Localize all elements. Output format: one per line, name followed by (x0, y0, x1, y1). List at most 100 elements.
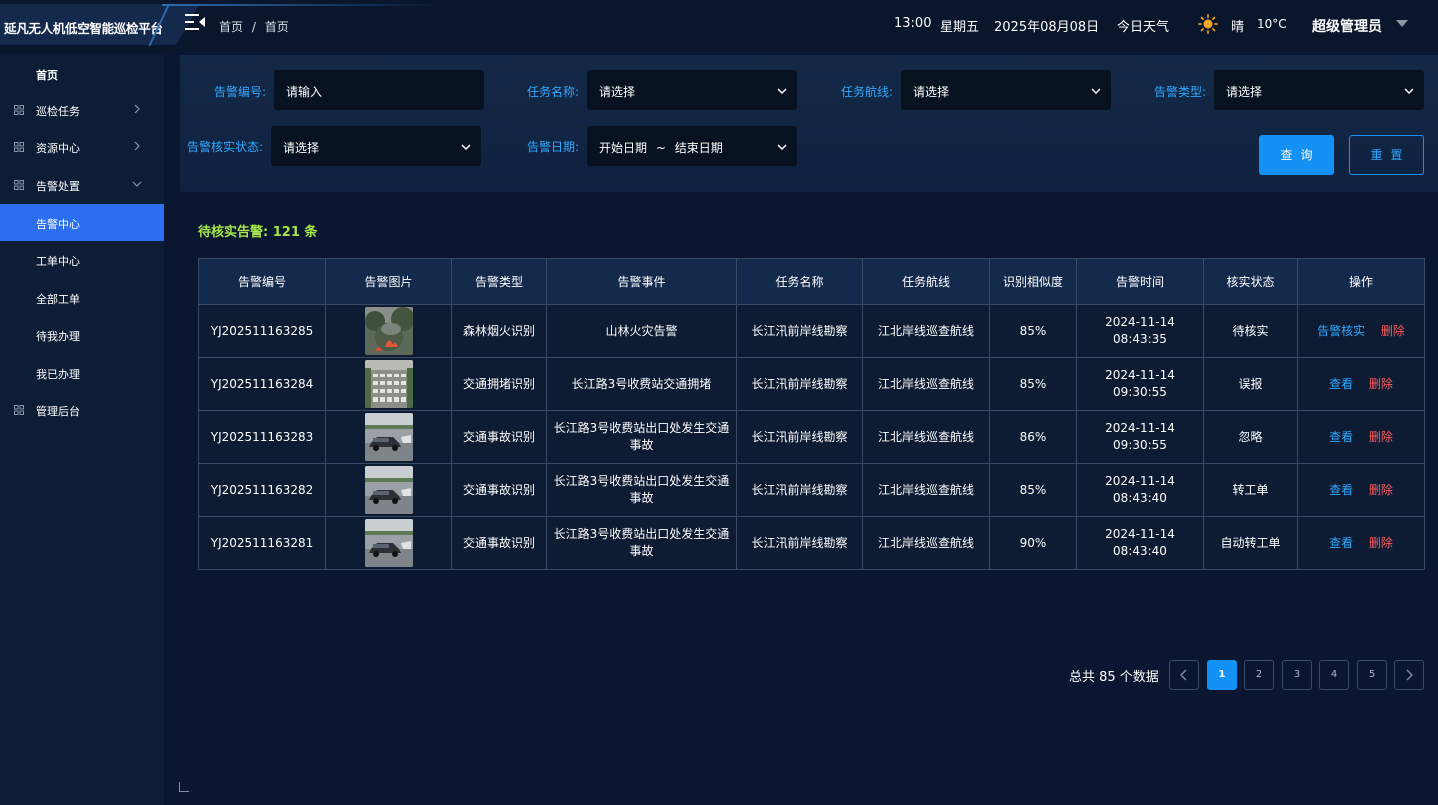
page-button[interactable]: 1 (1207, 660, 1237, 690)
alarm-no-input[interactable]: 请输入 (274, 70, 484, 110)
sidebar-item-label: 告警处置 (36, 180, 80, 193)
view-link[interactable]: 查看 (1329, 483, 1353, 497)
task-route: 江北岸线巡查航线 (862, 357, 990, 411)
alarm-time: 2024-11-14 08:43:40 (1076, 463, 1204, 517)
delete-link[interactable]: 删除 (1369, 483, 1393, 497)
verify-status: 转工单 (1203, 463, 1298, 517)
table-row: YJ202511163282 交通事故识别 长江路3号收费站出口处发生交通事故 … (198, 463, 1425, 517)
reset-button[interactable]: 重置 (1349, 135, 1424, 175)
actions-cell: 查看 删除 (1297, 410, 1425, 464)
task-name-select[interactable]: 请选择 (587, 70, 797, 110)
actions-cell: 查看 删除 (1297, 463, 1425, 517)
alarm-id: YJ202511163284 (198, 357, 326, 411)
alarm-event: 长江路3号收费站出口处发生交通事故 (546, 410, 737, 464)
actions-cell: 查看 删除 (1297, 516, 1425, 570)
chevron-right-icon (1406, 669, 1413, 681)
sidebar-item-my-done[interactable]: 我已办理 (0, 354, 164, 391)
sidebar-item-alarm-handling[interactable]: 告警处置 (0, 166, 164, 203)
page-button[interactable]: 4 (1319, 660, 1349, 690)
alarm-type-select[interactable]: 请选择 (1214, 70, 1424, 110)
sidebar-item-home[interactable]: 首页 (0, 55, 164, 92)
delete-link[interactable]: 删除 (1369, 536, 1393, 550)
alarm-type: 交通事故识别 (451, 463, 547, 517)
alarm-id: YJ202511163283 (198, 410, 326, 464)
alarm-date-range-picker[interactable]: 开始日期 ~ 结束日期 (587, 126, 797, 166)
sidebar-item-all-workorders[interactable]: 全部工单 (0, 279, 164, 316)
sidebar-item-workorder-center[interactable]: 工单中心 (0, 241, 164, 278)
weather-status: 晴 (1231, 20, 1245, 35)
user-name[interactable]: 超级管理员 (1312, 16, 1382, 36)
grid-icon (14, 142, 24, 152)
alarm-image-cell (325, 516, 452, 570)
next-page-button[interactable] (1394, 660, 1424, 690)
column-header: 告警时间 (1076, 258, 1204, 305)
page-button[interactable]: 5 (1357, 660, 1387, 690)
task-route: 江北岸线巡查航线 (862, 410, 990, 464)
pagination-total: 总共 85 个数据 (1069, 670, 1159, 685)
similarity: 86% (989, 410, 1077, 464)
weekday: 星期五 (940, 20, 980, 35)
app-title: 延凡无人机低空智能巡检平台 (4, 21, 163, 36)
traffic-jam-photo[interactable] (364, 360, 413, 408)
view-link[interactable]: 查看 (1329, 536, 1353, 550)
column-header: 任务名称 (736, 258, 863, 305)
verify-status-select[interactable]: 请选择 (271, 126, 481, 166)
column-header: 核实状态 (1203, 258, 1298, 305)
breadcrumb-home-link[interactable]: 首页 (219, 20, 243, 34)
alarm-type: 交通拥堵识别 (451, 357, 547, 411)
chevron-left-icon (1180, 669, 1187, 681)
column-header: 操作 (1297, 258, 1425, 305)
alarm-no-placeholder: 请输入 (286, 85, 323, 99)
top-header: 延凡无人机低空智能巡检平台 首页 / 首页 13:00 星期五 2025年08月… (0, 0, 1438, 52)
sidebar-item-resource-center[interactable]: 资源中心 (0, 128, 164, 165)
menu-collapse-icon[interactable] (185, 13, 207, 31)
pending-count: 121 条 (272, 225, 318, 240)
alarm-time: 2024-11-14 09:30:55 (1076, 357, 1204, 411)
sidebar-item-label: 全部工单 (36, 293, 80, 306)
task-name-label: 任务名称: (527, 85, 580, 99)
prev-page-button[interactable] (1169, 660, 1199, 690)
task-name: 长江汛前岸线勘察 (736, 304, 863, 358)
chevron-down-icon (1404, 85, 1414, 95)
delete-link[interactable]: 删除 (1369, 430, 1393, 444)
view-link[interactable]: 查看 (1329, 377, 1353, 391)
chevron-down-icon (461, 141, 471, 151)
task-route-select[interactable]: 请选择 (901, 70, 1111, 110)
sidebar-item-label: 待我办理 (36, 330, 80, 343)
sidebar-item-label: 管理后台 (36, 405, 80, 418)
query-button[interactable]: 查询 (1259, 135, 1334, 175)
task-route: 江北岸线巡查航线 (862, 516, 990, 570)
sidebar-item-admin[interactable]: 管理后台 (0, 391, 164, 428)
traffic-accident-photo[interactable] (364, 466, 413, 514)
task-name-value: 请选择 (599, 85, 636, 99)
traffic-accident-photo[interactable] (364, 413, 413, 461)
sidebar-item-label: 巡检任务 (36, 105, 80, 118)
page-button[interactable]: 3 (1282, 660, 1312, 690)
view-link[interactable]: 查看 (1329, 430, 1353, 444)
similarity: 85% (989, 304, 1077, 358)
date: 2025年08月08日 (994, 20, 1100, 35)
actions-cell: 查看 删除 (1297, 357, 1425, 411)
alarm-id: YJ202511163282 (198, 463, 326, 517)
delete-link[interactable]: 删除 (1381, 324, 1405, 338)
page-button[interactable]: 2 (1244, 660, 1274, 690)
sidebar-item-my-todo[interactable]: 待我办理 (0, 316, 164, 353)
verify-status: 待核实 (1203, 304, 1298, 358)
alarm-image-cell (325, 357, 452, 411)
alarm-type: 交通事故识别 (451, 516, 547, 570)
traffic-accident-photo[interactable] (364, 519, 413, 567)
pending-alarm-count: 待核实告警: 121 条 (198, 221, 317, 240)
user-menu-caret-icon[interactable] (1396, 20, 1408, 27)
forest-fire-photo[interactable] (364, 307, 413, 355)
grid-icon (14, 105, 24, 115)
verify-status-label: 告警核实状态: (187, 140, 264, 154)
sidebar-item-label: 工单中心 (36, 255, 80, 268)
alarm-date-label: 告警日期: (527, 140, 580, 154)
sidebar-item-alarm-center[interactable]: 告警中心 (0, 204, 164, 241)
alarm-type-label: 告警类型: (1154, 85, 1207, 99)
alarm-event: 长江路3号收费站出口处发生交通事故 (546, 516, 737, 570)
delete-link[interactable]: 删除 (1369, 377, 1393, 391)
verify-alarm-link[interactable]: 告警核实 (1317, 324, 1365, 338)
corner-decoration (179, 782, 189, 792)
sidebar-item-patrol-task[interactable]: 巡检任务 (0, 91, 164, 128)
